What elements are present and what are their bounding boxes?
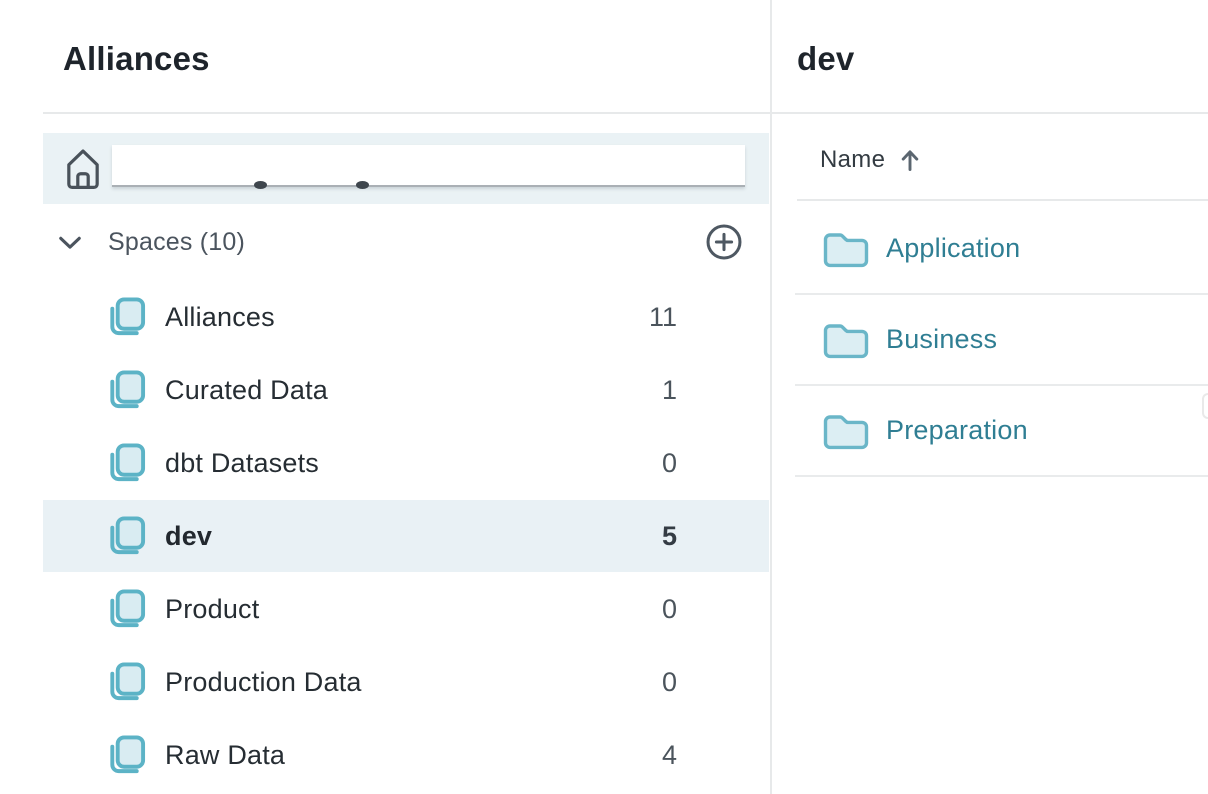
redacted-text-descender — [356, 181, 369, 189]
space-icon — [104, 734, 147, 777]
space-count: 5 — [662, 521, 677, 552]
sidebar-item-product[interactable]: Product 0 — [43, 573, 769, 645]
sidebar-item-raw-data[interactable]: Raw Data 4 — [43, 719, 769, 791]
column-header-divider — [797, 199, 1208, 201]
folder-link[interactable]: Business — [886, 324, 997, 355]
redacted-text-descender — [254, 181, 267, 189]
chevron-down-icon[interactable] — [58, 235, 82, 250]
folder-link[interactable]: Application — [886, 233, 1020, 264]
redacted-home-label — [112, 145, 745, 187]
space-count: 4 — [662, 740, 677, 771]
sidebar-item-dbt-datasets[interactable]: dbt Datasets 0 — [43, 427, 769, 499]
sidebar-item-alliances[interactable]: Alliances 11 — [43, 281, 769, 353]
space-name: Raw Data — [165, 740, 285, 771]
space-name: Alliances — [165, 302, 275, 333]
space-icon — [104, 661, 147, 704]
header-divider — [43, 112, 1208, 114]
table-row-application[interactable]: Application — [797, 203, 1208, 294]
page-title: dev — [797, 40, 854, 78]
table-row-business[interactable]: Business — [797, 294, 1208, 385]
folder-icon — [823, 412, 869, 450]
space-count: 0 — [662, 594, 677, 625]
spaces-section-label: Spaces (10) — [108, 228, 245, 257]
sort-ascending-icon — [900, 148, 920, 172]
space-count: 0 — [662, 448, 677, 479]
sidebar-item-production-data[interactable]: Production Data 0 — [43, 646, 769, 718]
sidebar-item-dev[interactable]: dev 5 — [43, 500, 769, 572]
folder-icon — [823, 321, 869, 359]
app-root: Alliances Spaces (10) Alliances 11 Curat… — [0, 0, 1208, 794]
spaces-section-header[interactable]: Spaces (10) — [43, 207, 769, 277]
space-icon — [104, 442, 147, 485]
space-icon — [104, 369, 147, 412]
home-breadcrumb-item[interactable] — [43, 133, 769, 204]
space-name: dbt Datasets — [165, 448, 319, 479]
space-name: Curated Data — [165, 375, 328, 406]
space-count: 11 — [649, 302, 677, 333]
row-divider — [795, 475, 1208, 477]
home-icon — [66, 147, 100, 191]
space-icon — [104, 296, 147, 339]
table-row-preparation[interactable]: Preparation — [797, 385, 1208, 476]
panel-vertical-divider — [770, 0, 772, 794]
space-count: 1 — [662, 375, 677, 406]
space-count: 0 — [662, 667, 677, 698]
space-name: Product — [165, 594, 259, 625]
column-header-name[interactable]: Name — [820, 140, 920, 180]
sidebar-item-curated-data[interactable]: Curated Data 1 — [43, 354, 769, 426]
space-icon — [104, 588, 147, 631]
cutoff-action-button[interactable] — [1202, 393, 1208, 419]
space-name: dev — [165, 521, 212, 552]
add-space-button[interactable] — [705, 223, 743, 261]
space-icon — [104, 515, 147, 558]
folder-link[interactable]: Preparation — [886, 415, 1028, 446]
folder-icon — [823, 230, 869, 268]
plus-circle-icon — [705, 223, 743, 261]
sidebar-title: Alliances — [63, 40, 210, 78]
column-header-label: Name — [820, 146, 885, 174]
space-name: Production Data — [165, 667, 362, 698]
